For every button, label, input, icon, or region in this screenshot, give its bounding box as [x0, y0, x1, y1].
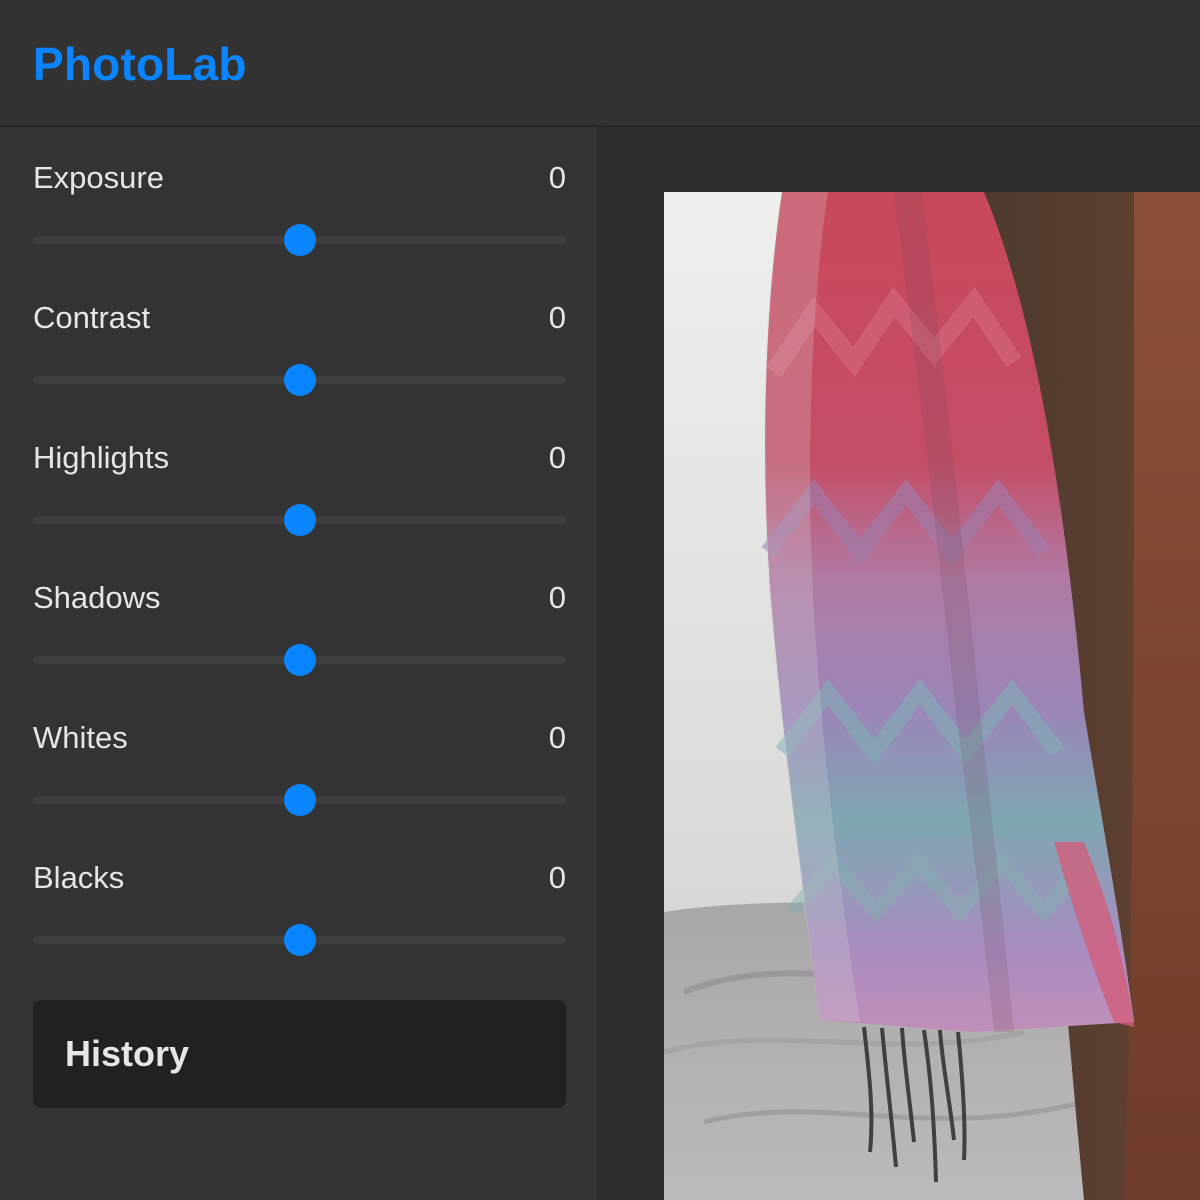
- shadows-slider-thumb[interactable]: [283, 644, 316, 676]
- shadows-value: 0: [548, 580, 566, 615]
- adjust-row-blacks: Blacks 0: [33, 827, 566, 967]
- history-label: History: [65, 1033, 190, 1074]
- adjustments-panel: Exposure 0 Contrast 0 Highlights 0 Shado…: [0, 127, 599, 1200]
- preview-photo: [664, 192, 1200, 1200]
- whites-slider-thumb[interactable]: [283, 784, 316, 816]
- adjust-row-contrast: Contrast 0: [33, 267, 566, 407]
- whites-value: 0: [548, 720, 566, 755]
- shadows-label: Shadows: [33, 580, 161, 615]
- photo-illustration: [664, 192, 1200, 1200]
- contrast-label: Contrast: [33, 300, 151, 335]
- contrast-value: 0: [548, 300, 566, 335]
- history-button[interactable]: History: [33, 1000, 566, 1108]
- app-title: PhotoLab: [33, 38, 247, 90]
- photo-editor-app: PhotoLab Exposure 0 Contrast 0 Highlight…: [0, 0, 1200, 1200]
- highlights-label: Highlights: [33, 440, 170, 475]
- highlights-value: 0: [548, 440, 566, 475]
- blacks-value: 0: [548, 860, 566, 895]
- exposure-value: 0: [548, 160, 566, 195]
- image-canvas[interactable]: [601, 127, 1200, 1200]
- blacks-label: Blacks: [33, 860, 125, 895]
- whites-label: Whites: [33, 720, 128, 755]
- top-bar: PhotoLab: [0, 0, 1200, 127]
- adjust-row-whites: Whites 0: [33, 687, 566, 827]
- adjust-row-shadows: Shadows 0: [33, 547, 566, 687]
- adjust-row-highlights: Highlights 0: [33, 407, 566, 547]
- exposure-slider-thumb[interactable]: [283, 224, 316, 256]
- contrast-slider-thumb[interactable]: [283, 364, 316, 396]
- highlights-slider-thumb[interactable]: [283, 504, 316, 536]
- exposure-label: Exposure: [33, 160, 164, 195]
- blacks-slider-thumb[interactable]: [283, 924, 316, 956]
- adjust-row-exposure: Exposure 0: [33, 127, 566, 267]
